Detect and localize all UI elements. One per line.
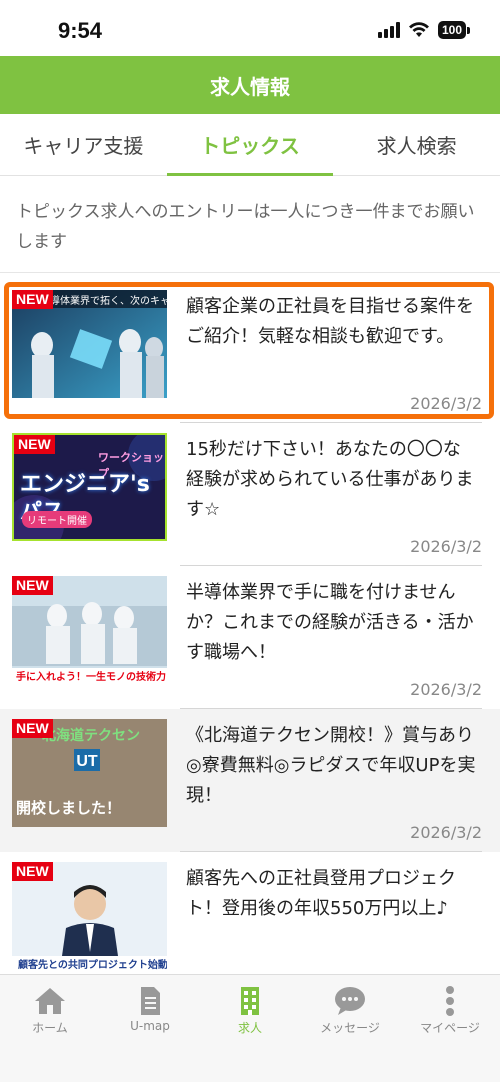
nav-label: 求人 [237, 1021, 262, 1035]
entry-notice: トピックス求人へのエントリーは一人につき一件までお願いします [0, 177, 500, 273]
page-title: 求人情報 [210, 74, 290, 99]
item-thumbnail: 導体業界で拓く、次のキャリア NEW [12, 290, 167, 398]
item-title: 《北海道テクセン開校！》賞与あり◎寮費無料◎ラピダスで年収UPを実現！ [186, 725, 476, 806]
new-badge: NEW [12, 862, 53, 881]
item-title: 顧客企業の正社員を目指せる案件をご紹介！気軽な相談も歓迎です。 [186, 296, 474, 347]
item-thumbnail: UT 北海道テクセン 開校しました！ NEW [12, 719, 167, 827]
signal-icon [377, 22, 400, 38]
chat-icon [335, 987, 365, 1015]
list-item[interactable]: 手に入れよう！一生モノの技術力！ NEW 半導体業界で手に職を付けませんか？これ… [0, 566, 500, 709]
item-date: 2026/3/2 [410, 394, 482, 413]
nav-home[interactable]: ホーム [0, 975, 100, 1082]
item-date: 2026/3/2 [410, 680, 482, 699]
nav-label: メッセージ [320, 1021, 380, 1035]
list-item[interactable]: UT 北海道テクセン 開校しました！ NEW 《北海道テクセン開校！》賞与あり◎… [0, 709, 500, 852]
new-badge: NEW [12, 719, 53, 738]
battery-level: 100 [437, 21, 466, 39]
nav-label: マイページ [420, 1021, 480, 1035]
status-bar: 9:54 100 [0, 0, 500, 56]
nav-label: ホーム [32, 1021, 68, 1035]
nav-messages[interactable]: メッセージ [300, 975, 400, 1082]
thumb-main: 開校しました！ [16, 799, 122, 817]
tab-career-support[interactable]: キャリア支援 [0, 114, 167, 175]
item-thumbnail: ワークショップ エンジニア'sパス リモート開催 NEW [12, 433, 167, 541]
home-icon [35, 988, 65, 1014]
topic-list: 導体業界で拓く、次のキャリア NEW 顧客企業の正社員を目指せる案件をご紹介！気… [0, 280, 500, 974]
status-icons: 100 [377, 21, 470, 39]
thumb-caption: 手に入れよう！一生モノの技術力！ [16, 672, 167, 683]
item-title: 15秒だけ下さい！あなたの〇〇な経験が求められている仕事があります☆ [186, 439, 474, 520]
new-badge: NEW [12, 290, 53, 309]
list-item[interactable]: 導体業界で拓く、次のキャリア NEW 顧客企業の正社員を目指せる案件をご紹介！気… [0, 280, 500, 423]
nav-jobs[interactable]: 求人 [200, 975, 300, 1082]
new-badge: NEW [14, 435, 55, 454]
app-header: 求人情報 [0, 56, 500, 114]
list-item[interactable]: ワークショップ エンジニア'sパス リモート開催 NEW 15秒だけ下さい！あな… [0, 423, 500, 566]
list-item[interactable]: 顧客先との共同プロジェクト始動！ NEW 顧客先への正社員登用プロジェクト！登用… [0, 852, 500, 974]
wifi-icon [408, 22, 429, 37]
item-title: 半導体業界で手に職を付けませんか？これまでの経験が活きる・活かす職場へ！ [186, 582, 474, 663]
bottom-nav: ホーム U-map 求人 メッセージ マイページ [0, 974, 500, 1082]
tab-job-search[interactable]: 求人検索 [333, 114, 500, 175]
svg-text:UT: UT [76, 753, 98, 770]
item-date: 2026/3/2 [410, 823, 482, 842]
battery-icon: 100 [437, 21, 470, 39]
thumb-tag: リモート開催 [22, 511, 92, 528]
item-title: 顧客先への正社員登用プロジェクト！登用後の年収550万円以上♪ [186, 868, 456, 919]
item-thumbnail: 顧客先との共同プロジェクト始動！ NEW [12, 862, 167, 970]
tab-bar: キャリア支援 トピックス 求人検索 [0, 114, 500, 176]
new-badge: NEW [12, 576, 53, 595]
nav-mypage[interactable]: マイページ [400, 975, 500, 1082]
nav-umap[interactable]: U-map [100, 975, 200, 1082]
item-date: 2026/3/2 [410, 537, 482, 556]
item-thumbnail: 手に入れよう！一生モノの技術力！ NEW [12, 576, 167, 684]
thumb-caption: 北海道テクセン [42, 728, 140, 744]
more-vertical-icon [446, 986, 454, 1016]
nav-label: U-map [130, 1019, 170, 1033]
thumb-caption: 顧客先との共同プロジェクト始動！ [18, 960, 167, 970]
tab-topics[interactable]: トピックス [166, 114, 334, 176]
document-icon [141, 987, 160, 1015]
building-icon [241, 987, 259, 1015]
status-time: 9:54 [58, 18, 103, 43]
thumb-caption: 導体業界で拓く、次のキャリア [50, 296, 167, 307]
